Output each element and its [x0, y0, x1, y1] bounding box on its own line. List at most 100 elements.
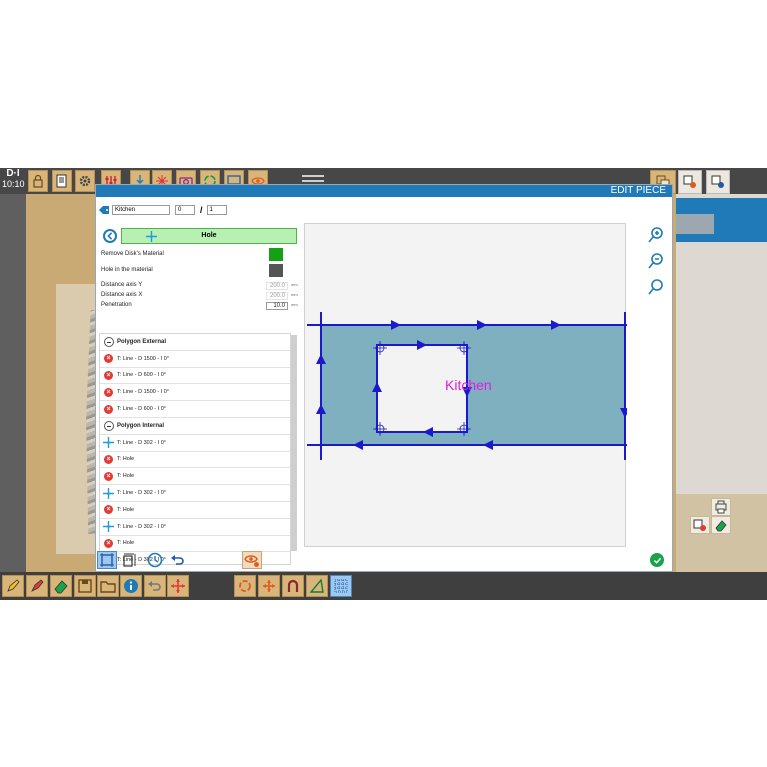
tree-item-label: T: Line - D 302 - I 0°	[117, 523, 166, 530]
logo: D·I 10:10	[2, 168, 25, 190]
magnet-button[interactable]	[282, 575, 304, 597]
app-screen: D·I 10:10 EDIT PIECE Kitchen 0 / 1 Hole …	[0, 168, 767, 600]
collapse-icon	[103, 336, 114, 347]
tree-item-label: T: Line - D 302 - I 0°	[117, 490, 166, 497]
print-button[interactable]	[711, 498, 731, 516]
chevron-left-icon	[107, 232, 113, 240]
tree-item[interactable]: × T: Hole	[100, 502, 290, 519]
tree-item[interactable]: × T: Hole	[100, 468, 290, 486]
collapse-icon	[103, 420, 114, 431]
brush-button[interactable]	[26, 575, 48, 597]
distance-x-label: Distance axis X	[101, 292, 143, 298]
tree-item-label: T: Hole	[117, 506, 135, 513]
tree-item[interactable]: T: Line - D 302 - I 0°	[100, 435, 290, 452]
piece-name-input[interactable]: Kitchen	[112, 205, 170, 215]
tree-item-label: T: Hole	[117, 540, 135, 547]
remove-disk-label: Remove Disk's Material	[101, 251, 164, 257]
dimensions-button[interactable]	[120, 551, 140, 569]
tree-item[interactable]: × T: Line - D 1500 - I 0°	[100, 384, 290, 402]
hole-in-material-label: Hole in the material	[101, 267, 153, 273]
move-button[interactable]	[167, 575, 189, 597]
undo-button[interactable]	[144, 575, 166, 597]
tree-item-label: T: Hole	[117, 473, 135, 480]
back-button[interactable]	[103, 229, 117, 243]
zoom-fit-icon[interactable]	[648, 279, 664, 295]
arrows-icon	[263, 580, 275, 592]
tree-item-label: T: Line - D 600 - I 0°	[117, 372, 166, 379]
piece-link-button[interactable]	[706, 170, 730, 194]
tree-item-label: Polygon External	[117, 338, 167, 345]
crosshair-icon	[103, 437, 114, 449]
open-button[interactable]	[97, 575, 119, 597]
dimensions-icon	[123, 553, 136, 567]
tree-item[interactable]: T: Line - D 302 - I 0°	[100, 485, 290, 502]
zoom-out-icon[interactable]	[648, 253, 664, 269]
piece-info-button[interactable]	[678, 170, 702, 194]
save-icon	[78, 579, 92, 593]
remove-disk-swatch[interactable]	[269, 248, 283, 261]
distance-x-unit: mm	[291, 292, 298, 297]
tree-item[interactable]: T: Line - D 302 - I 0°	[100, 519, 290, 536]
report-icon	[56, 174, 67, 188]
magnet-icon	[287, 579, 299, 592]
distance-x-input[interactable]: 200.0	[266, 292, 288, 300]
piece-total-input[interactable]: 1	[206, 205, 227, 215]
tree-item[interactable]: × T: Hole	[100, 536, 290, 553]
separator-slash: /	[200, 205, 203, 215]
rotate-button[interactable]	[234, 575, 256, 597]
drawing-canvas[interactable]: Kitchen	[304, 223, 637, 547]
piece-canvas-label: Kitchen	[445, 377, 492, 393]
penetration-input[interactable]: 10.0	[266, 302, 288, 310]
zoom-in-icon[interactable]	[648, 227, 664, 243]
confirm-button[interactable]	[650, 553, 664, 567]
move-icon	[171, 579, 185, 593]
pencil-button[interactable]	[2, 575, 24, 597]
tree-item[interactable]: × T: Line - D 600 - I 0°	[100, 368, 290, 385]
dialog-undo-button[interactable]	[168, 551, 188, 569]
tree-item-label: T: Line - D 600 - I 0°	[117, 406, 166, 413]
select-shape-button[interactable]	[97, 551, 117, 569]
info-button[interactable]	[120, 575, 142, 597]
distance-y-input[interactable]: 200.0	[266, 282, 288, 290]
preview-button[interactable]	[242, 551, 262, 569]
angle-button[interactable]	[306, 575, 328, 597]
tree-item-label: T: Hole	[117, 456, 135, 463]
piece-copy-icon	[683, 175, 696, 188]
tree-group[interactable]: Polygon External	[100, 334, 290, 351]
arrows-button[interactable]	[258, 575, 280, 597]
crosshair-icon	[146, 231, 157, 242]
check-icon	[653, 557, 661, 564]
hole-in-material-swatch[interactable]	[269, 264, 283, 277]
penetration-unit: mm	[291, 302, 298, 307]
save-button[interactable]	[74, 575, 96, 597]
piece-index-input[interactable]: 0	[175, 205, 195, 215]
tree-item-label: Polygon Internal	[117, 422, 165, 429]
tree-scrollbar[interactable]	[291, 335, 297, 551]
settings-button[interactable]	[75, 170, 95, 192]
hole-tool-label: Hole	[201, 232, 217, 239]
tree-item[interactable]: × T: Hole	[100, 452, 290, 469]
tree-group[interactable]: Polygon Internal	[100, 418, 290, 435]
history-button[interactable]	[145, 551, 165, 569]
delete-icon: ×	[103, 370, 114, 381]
delete-piece-button[interactable]	[690, 516, 710, 534]
tree-item[interactable]: × T: Line - D 600 - I 0°	[100, 401, 290, 418]
lock-button[interactable]	[28, 170, 48, 192]
tree-item-label: T: Line - D 302 - I 0°	[117, 439, 166, 446]
eraser-button[interactable]	[50, 575, 72, 597]
grid-button[interactable]	[330, 575, 352, 597]
report-button[interactable]	[52, 170, 72, 192]
distance-y-unit: mm	[291, 282, 298, 287]
undo-icon	[171, 555, 184, 565]
clock: 10:10	[2, 179, 25, 189]
select-shape-icon	[100, 553, 114, 567]
history-icon	[147, 552, 163, 568]
erase-piece-button[interactable]	[711, 516, 731, 534]
brush-icon	[31, 579, 44, 592]
eye-settings-icon	[244, 555, 259, 567]
delete-icon: ×	[103, 353, 114, 364]
pencil-icon	[7, 579, 20, 592]
tree-item[interactable]: × T: Line - D 1500 - I 0°	[100, 351, 290, 368]
hole-tool-button[interactable]: Hole	[121, 228, 297, 244]
right-panel-thumbnail	[676, 214, 714, 234]
